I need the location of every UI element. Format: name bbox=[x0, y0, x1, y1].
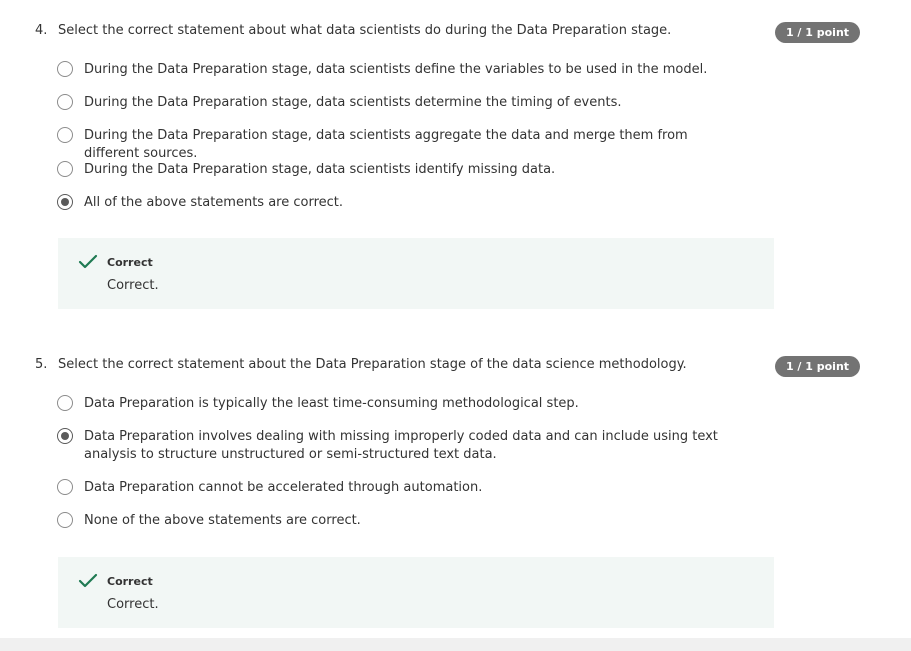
question-text: Select the correct statement about what … bbox=[58, 23, 672, 38]
checkmark-icon bbox=[78, 254, 98, 269]
option-label[interactable]: During the Data Preparation stage, data … bbox=[84, 94, 744, 112]
option-label[interactable]: Data Preparation involves dealing with m… bbox=[84, 428, 744, 464]
feedback-box: Correct Correct. bbox=[58, 557, 774, 628]
feedback-title: Correct bbox=[107, 256, 153, 269]
feedback-text: Correct. bbox=[107, 597, 159, 612]
radio-button-selected[interactable] bbox=[57, 194, 73, 210]
option-label[interactable]: Data Preparation cannot be accelerated t… bbox=[84, 479, 744, 497]
checkmark-icon bbox=[78, 573, 98, 588]
points-badge: 1 / 1 point bbox=[775, 22, 860, 43]
radio-button[interactable] bbox=[57, 395, 73, 411]
radio-button[interactable] bbox=[57, 127, 73, 143]
question-header: 4. Select the correct statement about wh… bbox=[0, 21, 911, 45]
question-4: 4. Select the correct statement about wh… bbox=[0, 21, 911, 311]
radio-button[interactable] bbox=[57, 512, 73, 528]
points-badge: 1 / 1 point bbox=[775, 356, 860, 377]
question-number: 4. bbox=[35, 23, 48, 38]
option-label[interactable]: During the Data Preparation stage, data … bbox=[84, 127, 744, 163]
question-header: 5. Select the correct statement about th… bbox=[0, 355, 911, 379]
question-number: 5. bbox=[35, 357, 48, 372]
question-text: Select the correct statement about the D… bbox=[58, 357, 687, 372]
footer-bar bbox=[0, 638, 911, 651]
option-label[interactable]: During the Data Preparation stage, data … bbox=[84, 161, 744, 179]
feedback-box: Correct Correct. bbox=[58, 238, 774, 309]
radio-button[interactable] bbox=[57, 479, 73, 495]
option-label[interactable]: During the Data Preparation stage, data … bbox=[84, 61, 744, 79]
radio-button-selected[interactable] bbox=[57, 428, 73, 444]
feedback-title: Correct bbox=[107, 575, 153, 588]
option-label[interactable]: Data Preparation is typically the least … bbox=[84, 395, 744, 413]
radio-button[interactable] bbox=[57, 94, 73, 110]
feedback-text: Correct. bbox=[107, 278, 159, 293]
question-5: 5. Select the correct statement about th… bbox=[0, 355, 911, 635]
option-label[interactable]: None of the above statements are correct… bbox=[84, 512, 744, 530]
option-label[interactable]: All of the above statements are correct. bbox=[84, 194, 744, 212]
radio-button[interactable] bbox=[57, 61, 73, 77]
radio-button[interactable] bbox=[57, 161, 73, 177]
